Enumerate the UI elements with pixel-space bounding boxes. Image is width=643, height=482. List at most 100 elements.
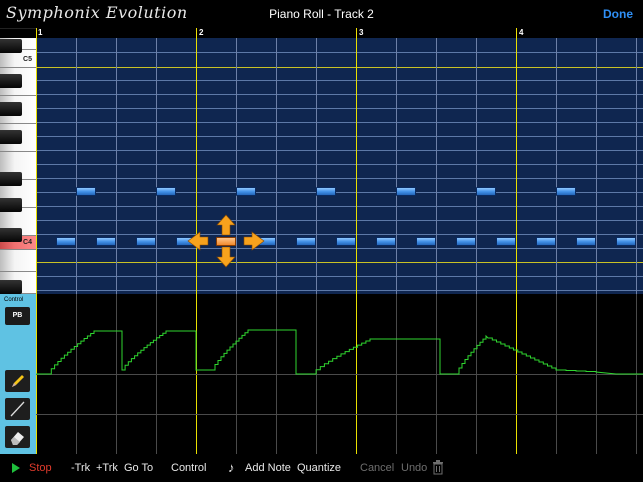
grid-row-line (36, 67, 643, 68)
grid-row-line (36, 192, 643, 193)
beat-line (596, 38, 597, 294)
stop-button[interactable]: Stop (29, 462, 52, 474)
grid-row-line (36, 150, 643, 151)
pitch-bend-curve (36, 329, 643, 375)
note[interactable] (56, 237, 76, 246)
note[interactable] (296, 237, 316, 246)
line-tool-button[interactable] (5, 398, 30, 420)
grid-row-line (36, 290, 643, 291)
grid-row-line (36, 52, 643, 53)
add-note-button[interactable]: Add Note (245, 462, 291, 474)
quantize-button[interactable]: Quantize (297, 462, 341, 474)
black-key[interactable] (0, 172, 22, 186)
grid-row-line (36, 80, 643, 81)
done-button[interactable]: Done (603, 7, 633, 21)
note[interactable] (496, 237, 516, 246)
grid-row-line (36, 276, 643, 277)
black-key[interactable] (0, 39, 22, 53)
undo-button[interactable]: Undo (401, 462, 427, 474)
trash-icon[interactable] (432, 460, 444, 475)
goto-button[interactable]: Go To (124, 462, 153, 474)
beat-line (116, 38, 117, 294)
control-sidebar: Control PB (0, 294, 36, 454)
note[interactable] (556, 187, 576, 196)
black-key[interactable] (0, 102, 22, 116)
ruler-tick (196, 28, 197, 38)
note[interactable] (76, 187, 96, 196)
note[interactable] (476, 187, 496, 196)
note[interactable] (576, 237, 596, 246)
piano-roll-grid[interactable] (36, 38, 643, 294)
piano-keyboard[interactable]: C5 C4 (0, 38, 36, 294)
bottom-toolbar: Stop -Trk +Trk Go To Control ♪ Add Note … (0, 454, 643, 482)
title-bar: Symphonix Evolution Piano Roll - Track 2… (0, 0, 643, 29)
note[interactable] (156, 187, 176, 196)
music-note-icon: ♪ (228, 460, 235, 475)
grid-row-line (36, 248, 643, 249)
beat-line (76, 38, 77, 294)
pencil-tool-button[interactable] (5, 370, 30, 392)
note[interactable] (416, 237, 436, 246)
beat-line (156, 38, 157, 294)
ruler-tick (36, 28, 37, 38)
grid-row-line (36, 108, 643, 109)
black-key[interactable] (0, 198, 22, 212)
white-key[interactable] (0, 250, 36, 272)
note[interactable] (236, 187, 256, 196)
control-button[interactable]: Control (171, 462, 206, 474)
bar-number: 3 (359, 28, 364, 37)
beat-line (476, 38, 477, 294)
bar-number: 2 (199, 28, 204, 37)
black-key[interactable] (0, 74, 22, 88)
note[interactable] (456, 237, 476, 246)
beat-line (316, 38, 317, 294)
key-label-c4: C4 (23, 239, 32, 246)
controller-lane[interactable] (36, 294, 643, 454)
key-label-c5: C5 (23, 56, 32, 63)
grid-row-line (36, 122, 643, 123)
bar-line (516, 38, 517, 294)
ruler-tick (516, 28, 517, 38)
eraser-icon (11, 432, 24, 445)
eraser-tool-button[interactable] (5, 426, 30, 448)
move-arrows-icon[interactable] (186, 211, 266, 271)
black-key[interactable] (0, 280, 22, 294)
grid-row-line (36, 136, 643, 137)
note[interactable] (96, 237, 116, 246)
pitch-bend-button[interactable]: PB (5, 307, 30, 325)
ruler-tick (356, 28, 357, 38)
beat-line (556, 38, 557, 294)
pencil-icon (12, 375, 24, 387)
grid-row-line (36, 234, 643, 235)
grid-row-line (36, 178, 643, 179)
grid-row-line (36, 262, 643, 263)
note[interactable] (136, 237, 156, 246)
beat-line (436, 38, 437, 294)
note[interactable] (396, 187, 416, 196)
control-label: Control (4, 297, 24, 303)
bar-line (36, 38, 37, 294)
note[interactable] (316, 187, 336, 196)
grid-row-line (36, 206, 643, 207)
bar-line (356, 38, 357, 294)
beat-line (396, 38, 397, 294)
timeline-ruler[interactable]: 1 2 3 4 (36, 28, 643, 38)
window-title: Piano Roll - Track 2 (269, 7, 374, 21)
grid-row-line (36, 94, 643, 95)
beat-line (636, 38, 637, 294)
bar-number: 4 (519, 28, 524, 37)
bar-number: 1 (38, 28, 43, 37)
play-icon[interactable] (12, 463, 20, 473)
cancel-button[interactable]: Cancel (360, 462, 394, 474)
note[interactable] (336, 237, 356, 246)
black-key[interactable] (0, 130, 22, 144)
black-key[interactable] (0, 228, 22, 242)
note[interactable] (536, 237, 556, 246)
note[interactable] (616, 237, 636, 246)
note[interactable] (376, 237, 396, 246)
prev-track-button[interactable]: -Trk (71, 462, 90, 474)
grid-row-line (36, 220, 643, 221)
line-icon (10, 401, 25, 417)
grid-row-line (36, 164, 643, 165)
next-track-button[interactable]: +Trk (96, 462, 118, 474)
